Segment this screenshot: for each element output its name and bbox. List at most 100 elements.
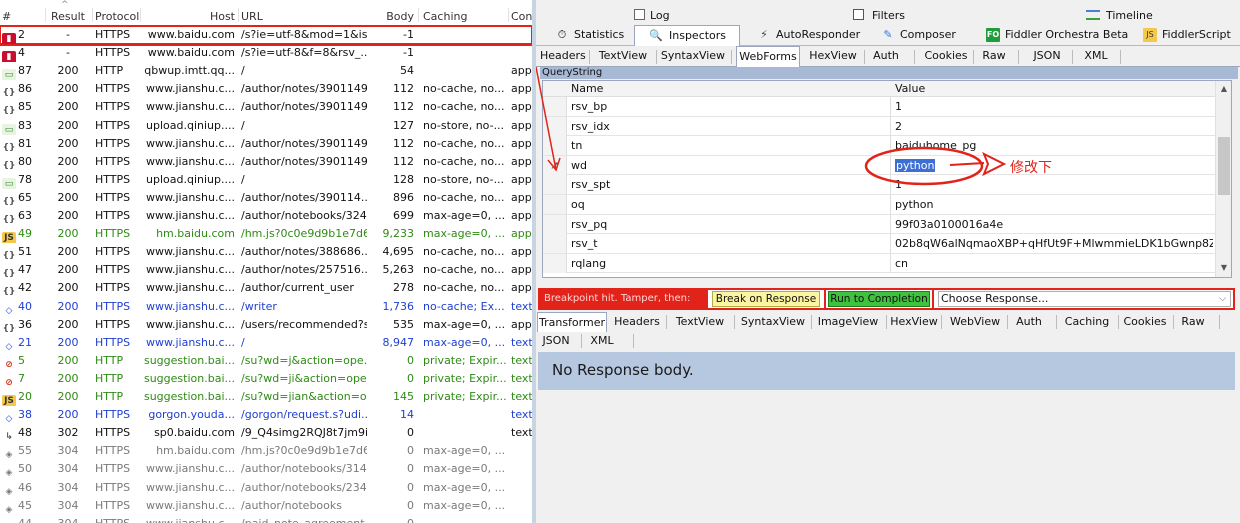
tab-autoresponder[interactable]: ⚡ AutoResponder [754, 25, 860, 46]
session-cell-result: 200 [57, 390, 79, 403]
col-divider[interactable] [418, 8, 419, 22]
querystring-row[interactable]: rsv_pq 99f03a0100016a4e [543, 214, 1215, 235]
resp-tab-xml[interactable]: XML [586, 331, 618, 351]
col-header-result[interactable]: Result [46, 9, 90, 25]
query-param-name[interactable]: rsv_pq [569, 214, 891, 234]
tab-statistics[interactable]: ⏱ Statistics [552, 25, 625, 46]
session-row[interactable]: {} 65 200 HTTPS www.jianshu.c... /author/note… [0, 189, 532, 207]
filters-tab[interactable]: Filters [872, 8, 905, 24]
session-row[interactable]: ▮ 2 - HTTPS www.baidu.com/s?ie=utf-8&mod=1&i… [0, 25, 532, 45]
query-param-name[interactable]: rqlang [569, 253, 891, 273]
session-row[interactable]: JS 49 200 HTTPS hm.baidu.com/hm.js?0c0e9d9b1… [0, 225, 532, 244]
session-cell-url: /author/notebooks/234... [241, 480, 367, 494]
session-row[interactable]: ◈44304 HTTPSwww.jianshu.c... /paid_note_ag… [0, 515, 532, 523]
col-header-body[interactable]: Body [368, 9, 414, 25]
orchestra-icon: FO [986, 28, 1000, 42]
req-tab-xml[interactable]: XML [1076, 46, 1116, 66]
row-header[interactable] [543, 253, 567, 273]
resp-tab-caching[interactable]: Caching [1062, 312, 1112, 332]
resp-tab-cookies[interactable]: Cookies [1122, 312, 1168, 332]
resp-tab-headers[interactable]: Headers [614, 312, 660, 332]
session-row[interactable]: {} 86 200 HTTPS www.jianshu.c... /author/note… [0, 80, 532, 99]
log-tab[interactable]: Log [650, 8, 670, 24]
col-divider[interactable] [45, 8, 46, 22]
session-row[interactable]: ▮ 4 - HTTPS www.baidu.com/s?ie=utf-8&f=8&rsv… [0, 44, 532, 63]
row-header[interactable] [543, 214, 567, 234]
session-row[interactable]: ◈ 55 304 HTTPS hm.baidu.com/hm.js?0c0e9d9b1e… [0, 442, 532, 461]
session-row[interactable]: {} 63 200 HTTPS www.jianshu.c... /author/note… [0, 207, 532, 225]
session-row[interactable]: {} 85 200 HTTPS www.jianshu.c... /author/note… [0, 98, 532, 117]
col-header-content[interactable]: Con [511, 9, 532, 25]
session-row[interactable]: ◇ 38 200 HTTPS gorgon.youda... /gorgon/reques… [0, 406, 532, 425]
session-row[interactable]: ▭ 78 200 HTTPS upload.qiniup.... / 128 no-store… [0, 171, 532, 189]
col-header-caching[interactable]: Caching [423, 9, 509, 25]
col-header-protocol[interactable]: Protocol [95, 9, 145, 25]
filters-checkbox[interactable] [853, 9, 864, 20]
session-row[interactable]: ⊘ 7 200 HTTP suggestion.bai... /su?wd=ji&acti… [0, 370, 532, 388]
resp-tab-json[interactable]: JSON [538, 331, 574, 351]
session-cell-host: suggestion.bai... [143, 371, 235, 385]
req-tab-webforms[interactable]: WebForms [736, 46, 800, 67]
querystring-row[interactable]: rsv_t 02b8qW6alNqmaoXBP+qHfUt9F+MlwmmieLD… [543, 234, 1215, 254]
query-param-name[interactable]: rsv_t [569, 234, 891, 254]
session-row[interactable]: ◈ 50 304 HTTPS www.jianshu.c... /author/noteb… [0, 460, 532, 479]
session-row[interactable]: ▭87 200 HTTP qbwup.imtt.qq... / 54 appl [0, 62, 532, 81]
resp-tab-syntaxview[interactable]: SyntaxView [740, 312, 806, 332]
tab-orchestra[interactable]: FO Fiddler Orchestra Beta [983, 25, 1128, 46]
resp-tab-raw[interactable]: Raw [1178, 312, 1208, 332]
session-row[interactable]: ⊘ 5 200 HTTP suggestion.bai... /su?wd=j&actio… [0, 352, 532, 370]
resp-tab-auth[interactable]: Auth [1012, 312, 1046, 332]
req-tab-headers[interactable]: Headers [540, 46, 586, 66]
timeline-tab[interactable]: Timeline [1106, 8, 1153, 24]
run-to-completion-button[interactable]: Run to Completion [828, 291, 930, 307]
query-param-value[interactable]: 02b8qW6alNqmaoXBP+qHfUt9F+MlwmmieLDK1bGw… [893, 234, 1213, 253]
resp-tab-transformer[interactable]: Transformer [537, 312, 607, 332]
req-tab-syntaxview[interactable]: SyntaxView [660, 46, 726, 66]
choose-response-dropdown[interactable]: Choose Response... ⌵ [938, 291, 1231, 307]
session-row[interactable]: ▭ 83 200 HTTPS upload.qiniup.... / 127 no-store… [0, 117, 532, 135]
session-list[interactable]: # Result Protocol Host URL Body Caching … [0, 0, 532, 523]
session-row[interactable]: ↳ 48 302 HTTPS sp0.baidu.com/9_Q4simg2RQJ8t7… [0, 424, 532, 443]
resp-tab-textview[interactable]: TextView [672, 312, 728, 332]
row-header[interactable] [543, 234, 567, 254]
col-divider[interactable] [238, 8, 239, 22]
req-tab-raw[interactable]: Raw [977, 46, 1011, 66]
session-row[interactable]: JS 20 200 HTTP suggestion.bai... /su?wd=jian&… [0, 388, 532, 406]
tab-fiddlerscript[interactable]: JS FiddlerScript [1140, 25, 1231, 46]
req-tab-json[interactable]: JSON [1027, 46, 1067, 66]
session-row[interactable]: ◇ 40 200 HTTPS www.jianshu.c... /writer 1,736 n… [0, 298, 532, 316]
col-divider[interactable] [92, 8, 93, 22]
scroll-down-icon[interactable]: ▼ [1219, 263, 1229, 273]
session-cell-host: www.jianshu.c... [145, 190, 235, 204]
session-row[interactable]: ◇ 21 200 HTTPS www.jianshu.c... / 8,947 max-age… [0, 334, 532, 352]
resp-tab-imageview[interactable]: ImageView [815, 312, 881, 332]
col-divider[interactable] [140, 8, 141, 22]
tab-inspectors[interactable]: 🔍 Inspectors [634, 25, 740, 46]
session-row[interactable]: {} 42 200 HTTPS www.jianshu.c... /author/curr… [0, 279, 532, 298]
col-divider[interactable] [508, 8, 509, 22]
col-header-url[interactable]: URL [241, 9, 367, 25]
resp-tab-webview[interactable]: WebView [950, 312, 1000, 332]
req-tab-hexview[interactable]: HexView [808, 46, 858, 66]
col-header-host[interactable]: Host [143, 9, 235, 25]
session-cell-num: ▭ 87 [2, 62, 46, 81]
session-row[interactable]: {} 81 200 HTTPS www.jianshu.c... /author/note… [0, 135, 532, 153]
query-param-value[interactable]: 99f03a0100016a4e [893, 215, 1213, 234]
querystring-row[interactable]: rqlang cn [543, 253, 1215, 274]
col-header-num[interactable]: # [2, 9, 46, 25]
session-row[interactable]: {} 51 200 HTTPS www.jianshu.c... /author/note… [0, 243, 532, 262]
break-on-response-button[interactable]: Break on Response [712, 291, 820, 307]
query-param-value[interactable]: cn [893, 254, 1213, 273]
session-cell-body: 535 [393, 317, 414, 331]
resp-tab-hexview[interactable]: HexView [890, 312, 938, 332]
req-tab-textview[interactable]: TextView [594, 46, 652, 66]
req-tab-cookies[interactable]: Cookies [922, 46, 970, 66]
session-row[interactable]: ◈ 45 304 HTTPS www.jianshu.c... /author/noteb… [0, 497, 532, 515]
session-row[interactable]: {} 47 200 HTTPS www.jianshu.c... /author/note… [0, 261, 532, 280]
session-cell-url: /gorgon/request.s?udi... [241, 408, 367, 422]
session-row[interactable]: {} 36 200 HTTPS www.jianshu.c... /users/recom… [0, 316, 532, 334]
session-row[interactable]: {} 80 200 HTTPS www.jianshu.c... /author/note… [0, 153, 532, 171]
tab-composer[interactable]: ✎ Composer [878, 25, 955, 46]
req-tab-auth[interactable]: Auth [869, 46, 903, 66]
session-row[interactable]: ◈ 46 304 HTTPS www.jianshu.c... /author/noteb… [0, 479, 532, 497]
